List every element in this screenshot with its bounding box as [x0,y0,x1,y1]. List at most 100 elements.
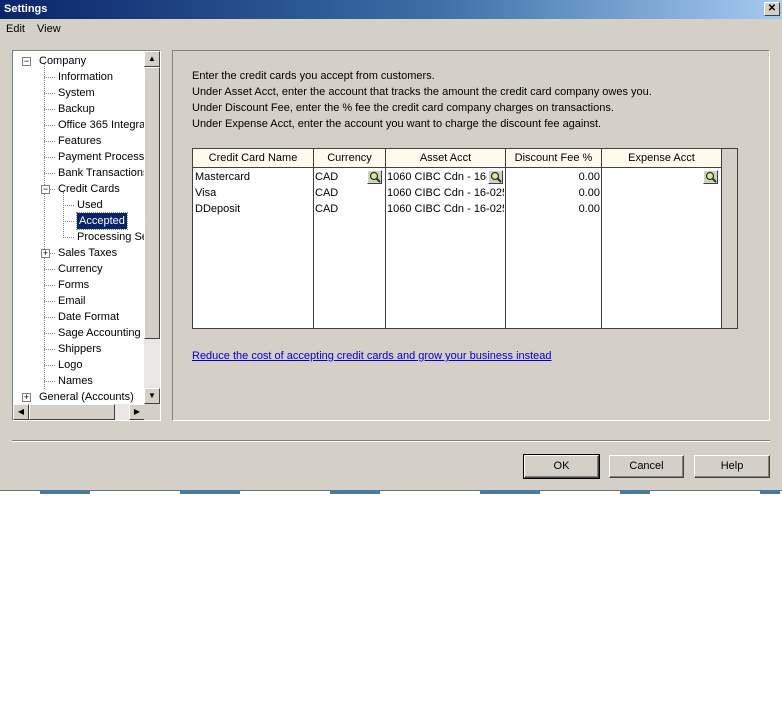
tree-vertical-scrollbar[interactable]: ▲ ▼ [144,51,160,404]
tree-item[interactable]: Email [58,293,86,309]
menu-bar: Edit View [0,19,782,39]
tree-expander-icon[interactable]: − [41,185,50,194]
tree-connector [44,333,55,334]
tree-connector [44,285,55,286]
background-window-edge [330,490,380,494]
background-window-edge [480,490,540,494]
tree-item[interactable]: Currency [58,261,103,277]
background-window-edge [760,490,780,494]
tree-item[interactable]: Features [58,133,101,149]
tree-connector [63,221,74,222]
tree-connector [44,64,45,389]
asset-acct-cell[interactable]: 1060 CIBC Cdn - 16-025 [387,185,504,201]
column-header-asset-acct[interactable]: Asset Acct [386,149,506,168]
expense-acct-cell[interactable] [603,169,699,185]
scroll-left-button[interactable]: ◀ [13,404,29,420]
tree-item[interactable]: Information [58,69,113,85]
instruction-line: Enter the credit cards you accept from c… [192,70,435,82]
asset-acct-cell[interactable]: 1060 CIBC Cdn - 16-0 [387,169,487,185]
tree-item[interactable]: Bank Transactions [58,165,145,181]
tree-expander-icon[interactable]: + [41,249,50,258]
currency-cell[interactable]: CAD [315,185,383,201]
scrollbar-corner [144,404,160,420]
card-name-cell[interactable]: DDeposit [195,201,312,217]
card-name-cell[interactable]: Mastercard [195,169,312,185]
discount-fee-cell[interactable]: 0.00 [507,201,600,217]
tree-item[interactable]: Credit Cards [58,181,120,197]
scroll-down-button[interactable]: ▼ [144,388,160,404]
tree-horizontal-scrollbar[interactable]: ◀ ▶ [13,404,145,420]
tree-item[interactable]: Forms [58,277,89,293]
menu-view[interactable]: View [37,23,61,35]
currency-cell[interactable]: CAD [315,201,383,217]
scroll-thumb[interactable] [144,67,160,339]
discount-fee-cell[interactable]: 0.00 [507,169,600,185]
column-header-card-name[interactable]: Credit Card Name [193,149,314,168]
scroll-right-button[interactable]: ▶ [129,404,145,420]
tree-items: − Company Information System Backup Office 36… [13,51,145,404]
tree-item[interactable]: Shippers [58,341,101,357]
help-button[interactable]: Help [694,455,770,478]
menu-edit[interactable]: Edit [6,23,25,35]
column-header-currency[interactable]: Currency [314,149,386,168]
background-window-edge [40,490,90,494]
currency-cell[interactable]: CAD [315,169,365,185]
tree-connector [63,205,74,206]
tree-item[interactable]: Accepted [76,212,128,230]
expense-acct-cell[interactable] [603,201,719,217]
tree-item[interactable]: Payment Processir [58,149,145,165]
close-icon: ✕ [767,3,777,14]
tree-item[interactable]: Company [39,53,86,69]
tree-item[interactable]: General (Accounts) [39,389,134,404]
tree-connector [44,141,55,142]
tree-item[interactable]: Sales Taxes [58,245,117,261]
tree-connector [44,77,55,78]
background-window-edge [180,490,240,494]
reduce-cost-link[interactable]: Reduce the cost of accepting credit card… [192,350,552,362]
currency-lookup-button[interactable] [367,170,382,184]
tree-connector [44,109,55,110]
asset-acct-cell[interactable]: 1060 CIBC Cdn - 16-025 [387,201,504,217]
window-title: Settings [4,3,48,15]
tree-expander-icon[interactable]: + [22,393,31,402]
expense-lookup-button[interactable] [703,170,718,184]
tree-connector [44,93,55,94]
magnifier-icon [705,171,717,183]
discount-fee-cell[interactable]: 0.00 [507,185,600,201]
title-bar: Settings ✕ [0,0,782,19]
tree-item[interactable]: Office 365 Integrat [58,117,145,133]
scroll-thumb[interactable] [29,404,115,420]
tree-item[interactable]: Date Format [58,309,119,325]
table-scroll-area [721,149,737,328]
tree-connector [44,365,55,366]
tree-item[interactable]: Logo [58,357,82,373]
tree-connector [44,349,55,350]
instruction-line: Under Expense Acct, enter the account yo… [192,118,602,130]
tree-item[interactable]: System [58,85,95,101]
tree-connector [44,381,55,382]
column-header-expense-acct[interactable]: Expense Acct [602,149,722,168]
tree-item[interactable]: Processing Se [77,229,145,245]
column-header-discount-fee[interactable]: Discount Fee % [506,149,602,168]
card-name-cell[interactable]: Visa [195,185,312,201]
close-button[interactable]: ✕ [764,2,780,16]
ok-button[interactable]: OK [523,454,600,479]
background-window-edge [620,490,650,494]
tree-connector [44,125,55,126]
tree-item[interactable]: Sage Accounting I [58,325,145,341]
button-separator [12,440,770,442]
tree-expander-icon[interactable]: − [22,57,31,66]
cancel-button[interactable]: Cancel [609,455,684,478]
expense-acct-cell[interactable] [603,185,719,201]
instruction-line: Under Discount Fee, enter the % fee the … [192,102,614,114]
tree-item[interactable]: Used [77,197,103,213]
settings-window: Settings ✕ Edit View − Company Information… [0,0,782,491]
tree-connector [44,173,55,174]
magnifier-icon [490,171,502,183]
asset-lookup-button[interactable] [488,170,503,184]
tree-connector [44,269,55,270]
tree-connector [63,237,74,238]
tree-item[interactable]: Names [58,373,93,389]
tree-item[interactable]: Backup [58,101,95,117]
scroll-up-button[interactable]: ▲ [144,51,160,67]
